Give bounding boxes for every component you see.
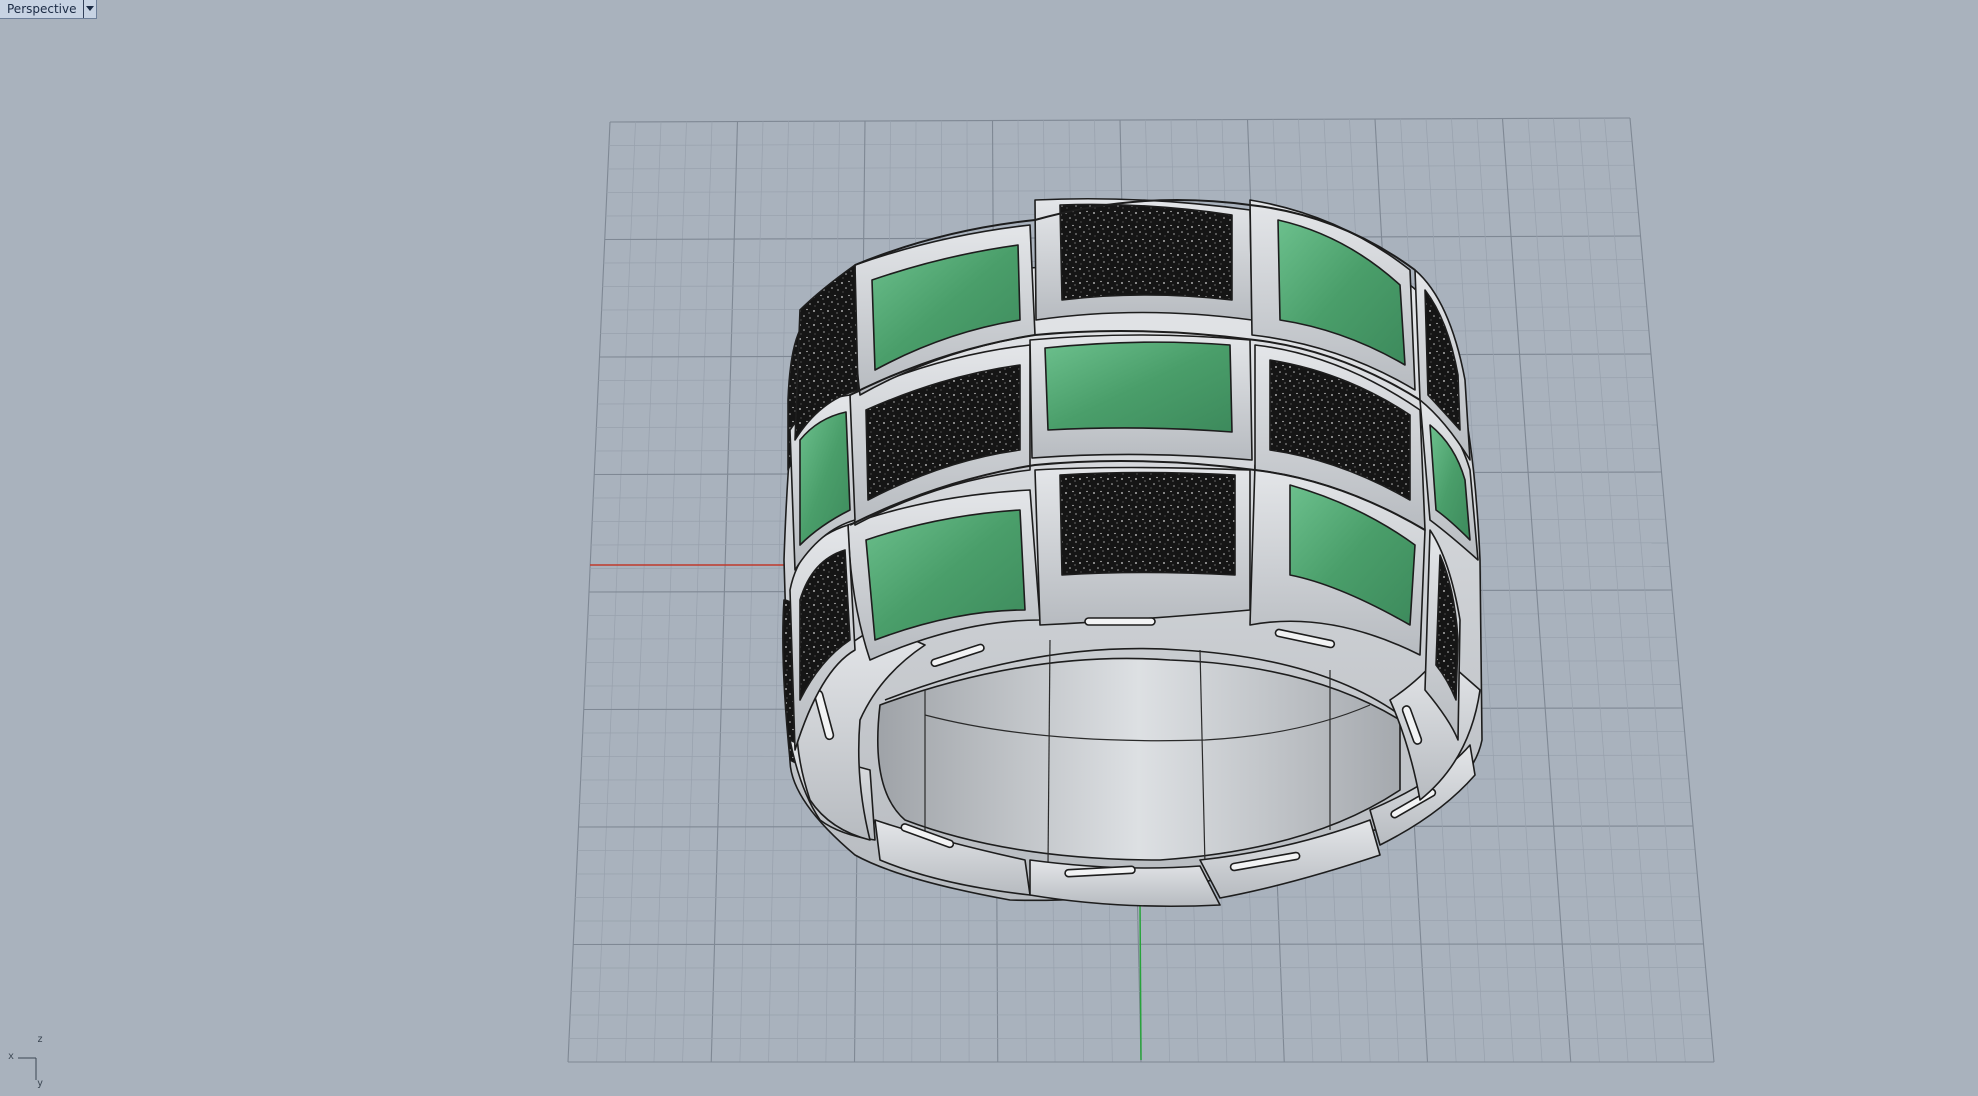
viewport-title-tab[interactable]: Perspective — [0, 0, 97, 19]
axis-label-z: z — [37, 1034, 44, 1045]
axis-label-x: x — [8, 1051, 15, 1062]
grid-line — [573, 943, 1704, 946]
axis-label-y: y — [37, 1078, 44, 1089]
scene-canvas[interactable] — [0, 0, 1978, 1096]
viewport-menu-button[interactable] — [82, 0, 96, 18]
dropdown-arrow-icon — [85, 6, 94, 11]
viewport-name-label[interactable]: Perspective — [0, 0, 83, 18]
axis-triad-icon — [18, 1057, 37, 1080]
axis-orientation-widget: z x y — [0, 1030, 60, 1096]
perspective-viewport[interactable]: Perspective z x y — [0, 0, 1978, 1096]
ring-model[interactable] — [782, 197, 1483, 908]
y-axis-line — [1139, 899, 1142, 1061]
